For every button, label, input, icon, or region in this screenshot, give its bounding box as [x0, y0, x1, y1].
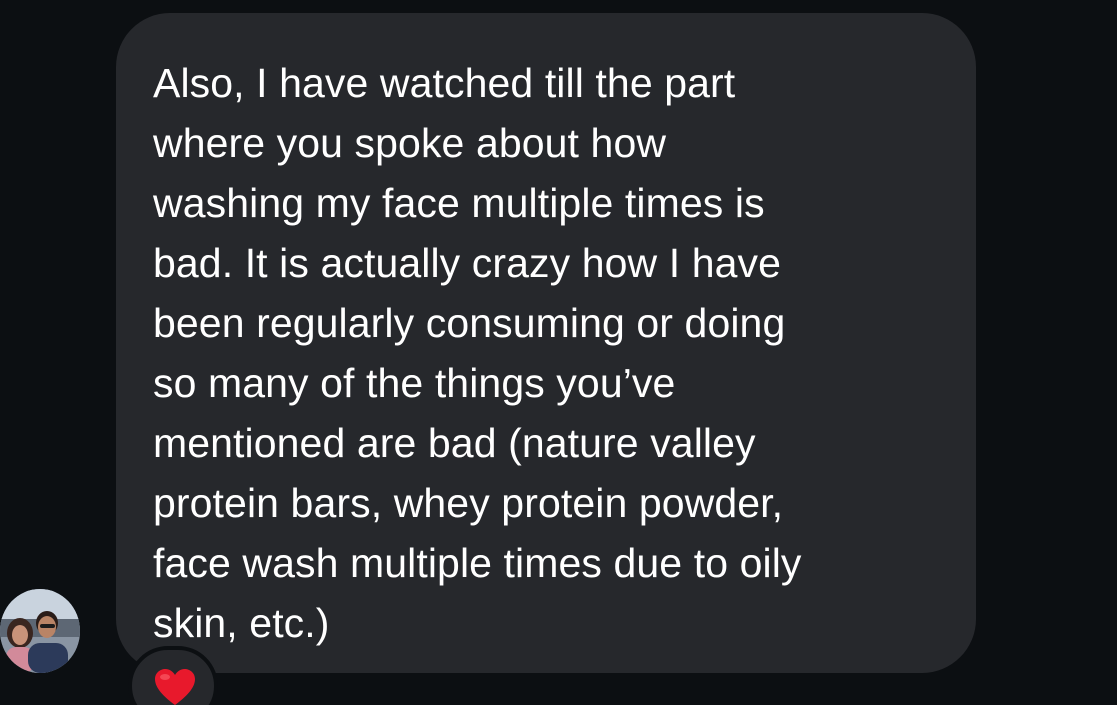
- message-bubble[interactable]: Also, I have watched till the part where…: [116, 13, 976, 673]
- red-heart-icon: [154, 668, 196, 705]
- message-text: Also, I have watched till the part where…: [153, 60, 802, 646]
- chat-thread: Also, I have watched till the part where…: [0, 0, 1117, 705]
- sender-avatar[interactable]: [0, 589, 80, 673]
